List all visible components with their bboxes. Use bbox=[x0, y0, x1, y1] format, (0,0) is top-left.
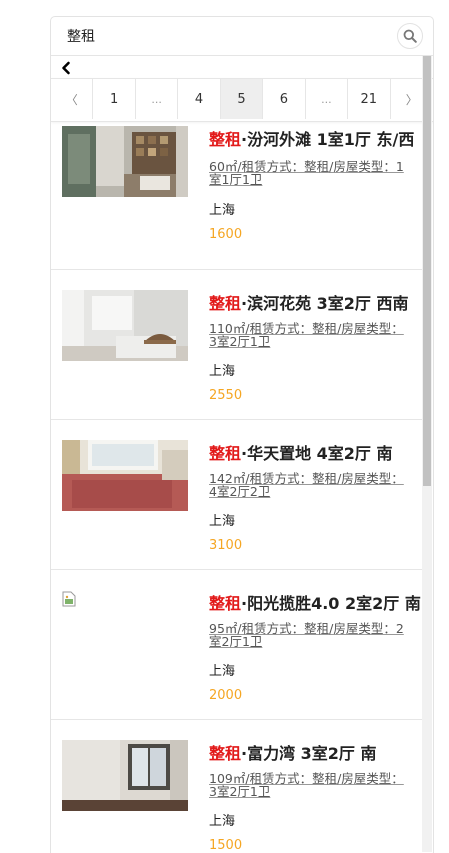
app-frame: 〈 1 ... 4 5 6 ... 21 〉 bbox=[50, 16, 434, 853]
listing-city: 上海 bbox=[209, 814, 236, 829]
listing-name: ·富力湾 3室2厅 南 bbox=[241, 744, 377, 763]
listing-details: 95㎡/租赁方式：整租/房屋类型：2室2厅1卫 bbox=[209, 621, 404, 649]
listing-item[interactable]: 整租·滨河花苑 3室2厅 西南 110㎡/租赁方式：整租/房屋类型：3室2厅1卫… bbox=[51, 270, 423, 420]
rent-type-tag: 整租 bbox=[209, 130, 242, 149]
listing-name: ·汾河外滩 1室1厅 东/西 bbox=[241, 130, 415, 149]
listing-details: 110㎡/租赁方式：整租/房屋类型：3室2厅1卫 bbox=[209, 321, 404, 349]
listing-details: 60㎡/租赁方式：整租/房屋类型：1室1厅1卫 bbox=[209, 159, 404, 187]
page-button-6[interactable]: 6 bbox=[263, 79, 306, 119]
broken-image-icon bbox=[62, 591, 76, 607]
rent-type-tag: 整租 bbox=[209, 294, 242, 313]
listing-city: 上海 bbox=[209, 664, 236, 679]
listing-price: 3100 bbox=[209, 538, 243, 553]
rent-type-tag: 整租 bbox=[209, 444, 242, 463]
listing-price: 1600 bbox=[209, 227, 243, 242]
listing-city: 上海 bbox=[209, 203, 236, 218]
listing-item[interactable]: 整租·华天置地 4室2厅 南 142㎡/租赁方式：整租/房屋类型：4室2厅2卫 … bbox=[51, 420, 423, 570]
listing-price: 1500 bbox=[209, 838, 243, 853]
listing-name: ·华天置地 4室2厅 南 bbox=[241, 444, 393, 463]
rent-type-tag: 整租 bbox=[209, 744, 242, 763]
listing-name: ·阳光揽胜4.0 2室2厅 南 bbox=[241, 594, 421, 613]
page-button-5-active[interactable]: 5 bbox=[220, 79, 264, 119]
listing-item[interactable]: 整租·阳光揽胜4.0 2室2厅 南 95㎡/租赁方式：整租/房屋类型：2室2厅1… bbox=[51, 570, 423, 720]
listing-title[interactable]: 整租·富力湾 3室2厅 南 bbox=[209, 740, 377, 764]
listing-details: 109㎡/租赁方式：整租/房屋类型：3室2厅1卫 bbox=[209, 771, 404, 799]
listing-title[interactable]: 整租·阳光揽胜4.0 2室2厅 南 bbox=[209, 590, 421, 614]
listing-list: 整租·汾河外滩 1室1厅 东/西 60㎡/租赁方式：整租/房屋类型：1室1厅1卫… bbox=[51, 120, 423, 853]
page-ellipsis: ... bbox=[306, 79, 349, 119]
search-input[interactable] bbox=[67, 28, 367, 44]
listing-price: 2550 bbox=[209, 388, 243, 403]
scrollbar-thumb[interactable] bbox=[423, 56, 431, 486]
listing-city: 上海 bbox=[209, 364, 236, 379]
pagination: 〈 1 ... 4 5 6 ... 21 〉 bbox=[51, 78, 433, 122]
listing-photo[interactable] bbox=[62, 440, 188, 511]
listing-title[interactable]: 整租·汾河外滩 1室1厅 东/西 bbox=[209, 126, 414, 150]
listing-title[interactable]: 整租·滨河花苑 3室2厅 西南 bbox=[209, 290, 409, 314]
search-button[interactable] bbox=[397, 23, 423, 49]
listing-photo[interactable] bbox=[62, 290, 188, 361]
listing-name: ·滨河花苑 3室2厅 西南 bbox=[241, 294, 409, 313]
listing-title[interactable]: 整租·华天置地 4室2厅 南 bbox=[209, 440, 393, 464]
listing-details: 142㎡/租赁方式：整租/房屋类型：4室2厅2卫 bbox=[209, 471, 404, 499]
listing-item[interactable]: 整租·富力湾 3室2厅 南 109㎡/租赁方式：整租/房屋类型：3室2厅1卫 上… bbox=[51, 720, 423, 853]
page-button-4[interactable]: 4 bbox=[178, 79, 221, 119]
rent-type-tag: 整租 bbox=[209, 594, 242, 613]
scrollbar[interactable] bbox=[422, 56, 432, 852]
page-button-21[interactable]: 21 bbox=[348, 79, 391, 119]
page-button-1[interactable]: 1 bbox=[93, 79, 136, 119]
page-ellipsis: ... bbox=[136, 79, 179, 119]
chevron-left-icon bbox=[62, 61, 70, 75]
listing-price: 2000 bbox=[209, 688, 243, 703]
search-bar bbox=[51, 17, 433, 56]
page-prev-button[interactable]: 〈 bbox=[51, 79, 94, 119]
listing-photo[interactable] bbox=[62, 740, 188, 811]
listing-item[interactable]: 整租·汾河外滩 1室1厅 东/西 60㎡/租赁方式：整租/房屋类型：1室1厅1卫… bbox=[51, 120, 423, 270]
back-button[interactable] bbox=[57, 59, 75, 77]
listing-photo[interactable] bbox=[62, 126, 188, 197]
listing-city: 上海 bbox=[209, 514, 236, 529]
search-icon bbox=[403, 29, 417, 43]
